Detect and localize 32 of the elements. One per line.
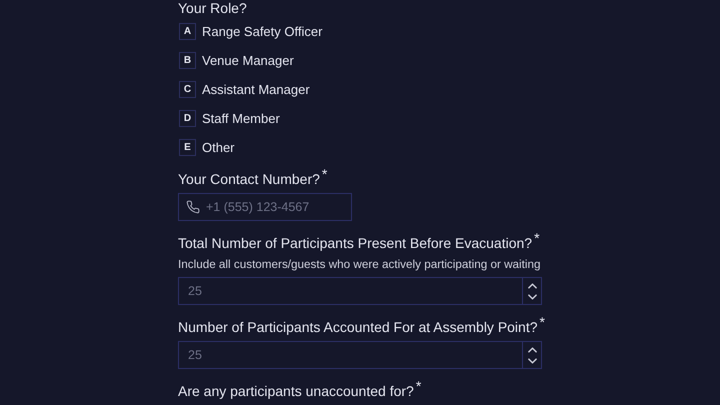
option-key: A [179,22,196,40]
option-key: C [179,80,196,98]
option-key: E [179,138,196,156]
chevron-up-icon[interactable] [528,282,536,288]
field-label: Your Role? [178,0,247,16]
field-label: Total Number of Participants Present Before Evacuation? [178,234,532,253]
hint-text: Include all customers/guests who were actively participating or waiting [178,257,540,273]
option-label: Staff Member [202,110,280,126]
field-label: Number of Participants Accounted For at Assembly Point? [178,318,538,337]
option-item[interactable]: A Range Safety Officer [178,21,542,41]
field-label: Your Contact Number? [178,170,320,189]
required-mark: * [322,167,328,181]
required-mark: * [540,315,545,329]
phone-icon [186,200,200,214]
option-item[interactable]: B Venue Manager [178,50,542,70]
option-key: D [179,110,196,126]
chevron-down-icon[interactable] [528,358,536,364]
field-label: Are any participants unaccounted for? [178,382,414,401]
phone-field[interactable]: +1 (555) 123-4567 [178,193,352,221]
option-label: Venue Manager [202,52,294,68]
option-label: Other [202,140,235,154]
option-item[interactable]: D Staff Member [178,108,542,128]
required-mark: * [534,231,540,245]
option-label: Assistant Manager [202,82,310,96]
phone-input[interactable]: +1 (555) 123-4567 [206,194,351,220]
option-key: B [179,52,196,68]
option-item[interactable]: C Assistant Manager [178,79,542,99]
chevron-down-icon[interactable] [528,294,536,300]
chevron-up-icon[interactable] [528,346,536,352]
required-mark: * [416,379,422,393]
option-label: Range Safety Officer [202,24,322,38]
option-item[interactable]: E Other [178,137,542,157]
